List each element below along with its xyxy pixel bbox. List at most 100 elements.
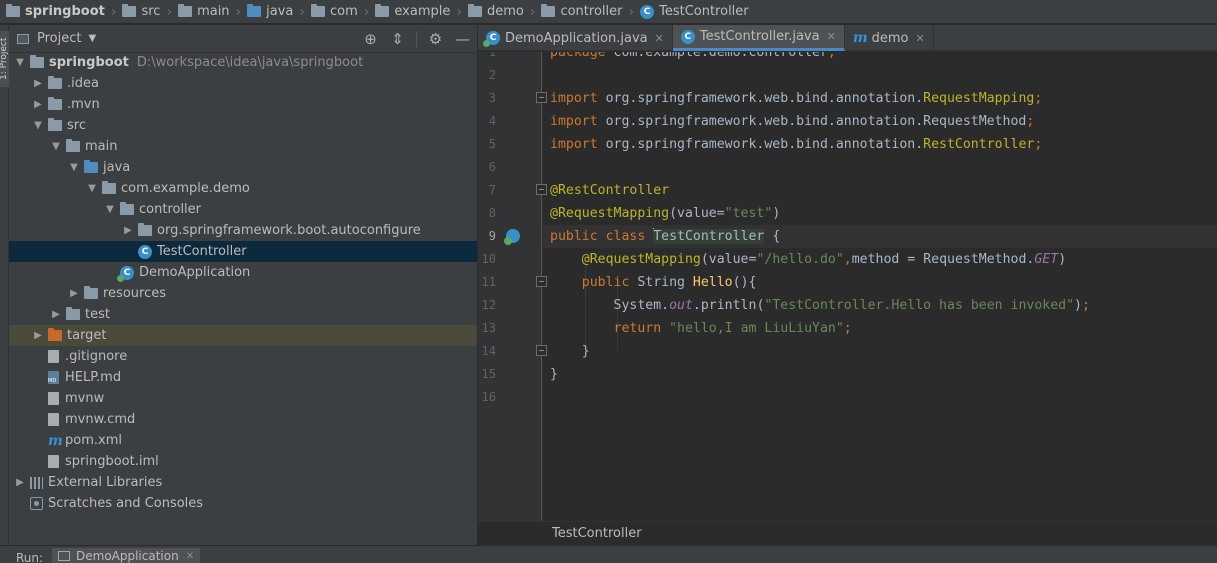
breadcrumb-controller[interactable]: controller — [537, 0, 626, 23]
tree-item[interactable]: .gitignore — [9, 346, 477, 367]
tree-item[interactable]: springboot.iml — [9, 451, 477, 472]
folder-icon — [6, 4, 20, 17]
expanded-arrow-icon[interactable]: ▼ — [67, 162, 81, 173]
source-folder-icon — [84, 160, 98, 173]
line-number: 16 — [481, 390, 496, 404]
line-number: 6 — [488, 160, 496, 174]
breadcrumb-main[interactable]: main — [174, 0, 233, 23]
tab-demoapplication[interactable]: C DemoApplication.java ✕ — [478, 25, 673, 51]
expanded-arrow-icon[interactable]: ▼ — [13, 57, 27, 68]
tree-item-label: .gitignore — [65, 349, 128, 364]
code-line-7: @RestController — [550, 183, 670, 198]
editor-tabs: C DemoApplication.java ✕ C TestControlle… — [478, 25, 1217, 51]
tree-item[interactable]: ▼ src — [9, 115, 477, 136]
tree-item-label: HELP.md — [65, 370, 122, 385]
gear-icon[interactable]: ⚙ — [427, 30, 444, 48]
tree-item[interactable]: Scratches and Consoles — [9, 493, 477, 514]
chevron-right-icon: › — [363, 3, 370, 20]
chevron-right-icon: › — [529, 3, 536, 20]
project-header-actions: ⊕ ⇕ ⚙ — — [362, 25, 471, 53]
project-view-selector[interactable]: Project ▼ — [17, 31, 96, 46]
tree-item-label: main — [85, 139, 118, 154]
tree-item[interactable]: ▼ main — [9, 136, 477, 157]
fold-marker-icon[interactable] — [536, 184, 547, 195]
close-icon[interactable]: ✕ — [186, 551, 194, 562]
code-line-3: import org.springframework.web.bind.anno… — [550, 91, 1043, 106]
tree-item[interactable]: ▼ com.example.demo — [9, 178, 477, 199]
markdown-file-icon — [48, 371, 59, 384]
tree-item[interactable]: ▶ target — [9, 325, 477, 346]
line-number: 1 — [488, 52, 496, 59]
tree-item[interactable]: ▶ resources — [9, 283, 477, 304]
tree-item[interactable]: ▼ springboot D:\workspace\idea\java\spring… — [9, 52, 477, 73]
expanded-arrow-icon[interactable]: ▼ — [31, 120, 45, 131]
locate-icon[interactable]: ⊕ — [362, 30, 379, 48]
expanded-arrow-icon[interactable]: ▼ — [49, 141, 63, 152]
package-icon — [120, 202, 134, 215]
tab-testcontroller[interactable]: C TestController.java ✕ — [672, 25, 845, 51]
breadcrumb-java[interactable]: java — [243, 0, 297, 23]
tree-item-label: springboot.iml — [65, 454, 159, 469]
class-icon: C — [640, 4, 655, 19]
breadcrumb-example[interactable]: example — [371, 0, 454, 23]
hide-icon[interactable]: — — [454, 30, 471, 48]
tree-item[interactable]: C TestController — [9, 241, 477, 262]
tree-item[interactable]: C DemoApplication — [9, 262, 477, 283]
chevron-down-icon: ▼ — [88, 33, 97, 44]
tree-item[interactable]: ▶ .mvn — [9, 94, 477, 115]
tree-item[interactable]: mvnw — [9, 388, 477, 409]
fold-marker-icon[interactable] — [536, 276, 547, 287]
run-gutter-icon[interactable] — [504, 229, 520, 245]
close-icon[interactable]: ✕ — [916, 32, 925, 45]
tree-item[interactable]: HELP.md — [9, 367, 477, 388]
fold-marker-icon[interactable] — [536, 345, 547, 356]
collapsed-arrow-icon[interactable]: ▶ — [31, 78, 45, 89]
tree-item[interactable]: ▶ .idea — [9, 73, 477, 94]
expanded-arrow-icon[interactable]: ▼ — [85, 183, 99, 194]
tree-item[interactable]: ▶ org.springframework.boot.autoconfigure — [9, 220, 477, 241]
tree-item[interactable]: ▶ test — [9, 304, 477, 325]
tree-item-label: .idea — [67, 76, 99, 91]
project-tool-window-tab[interactable]: 1: Project — [0, 31, 9, 87]
breadcrumb-src[interactable]: src — [118, 0, 164, 23]
collapsed-arrow-icon[interactable]: ▶ — [121, 225, 135, 236]
folder-icon — [48, 118, 62, 131]
breadcrumb-com[interactable]: com — [307, 0, 362, 23]
package-icon — [375, 4, 390, 17]
tree-item-label: External Libraries — [48, 475, 163, 490]
tree-item[interactable]: ▶ External Libraries — [9, 472, 477, 493]
folder-icon — [178, 4, 193, 17]
run-tab-demoapplication[interactable]: DemoApplication ✕ — [52, 548, 201, 563]
tab-demo-pom[interactable]: m demo ✕ — [845, 25, 934, 51]
collapsed-arrow-icon[interactable]: ▶ — [49, 309, 63, 320]
editor-breadcrumb-footer: TestController — [478, 521, 1217, 545]
package-icon — [541, 4, 556, 17]
tree-item-label: target — [67, 328, 107, 343]
tree-item[interactable]: ▼ controller — [9, 199, 477, 220]
breadcrumb-testcontroller[interactable]: C TestController — [636, 0, 753, 23]
close-icon[interactable]: ✕ — [655, 32, 664, 45]
collapsed-arrow-icon[interactable]: ▶ — [67, 288, 81, 299]
breadcrumb-springboot[interactable]: springboot — [2, 0, 109, 23]
close-icon[interactable]: ✕ — [827, 30, 836, 43]
collapsed-arrow-icon[interactable]: ▶ — [13, 477, 27, 488]
breadcrumb-demo[interactable]: demo — [464, 0, 528, 23]
tree-item[interactable]: m pom.xml — [9, 430, 477, 451]
chevron-right-icon: › — [299, 3, 306, 20]
collapsed-arrow-icon[interactable]: ▶ — [31, 330, 45, 341]
expanded-arrow-icon[interactable]: ▼ — [103, 204, 117, 215]
tree-item-label: org.springframework.boot.autoconfigure — [157, 223, 421, 238]
fold-marker-icon[interactable] — [536, 92, 547, 103]
project-icon — [17, 33, 29, 44]
code-editor[interactable]: 1 2 3 4 5 6 7 8 9 10 11 12 13 14 15 16 package com.exam… — [478, 52, 1217, 521]
code-line-15: } — [550, 367, 558, 382]
package-icon — [467, 4, 482, 17]
tree-item-label: test — [85, 307, 110, 322]
collapsed-arrow-icon[interactable]: ▶ — [31, 99, 45, 110]
collapse-all-icon[interactable]: ⇕ — [389, 30, 406, 48]
footer-class-name[interactable]: TestController — [552, 526, 642, 541]
chevron-right-icon: › — [628, 3, 635, 20]
tree-item[interactable]: ▼ java — [9, 157, 477, 178]
tree-item[interactable]: mvnw.cmd — [9, 409, 477, 430]
line-number: 9 — [488, 229, 496, 243]
